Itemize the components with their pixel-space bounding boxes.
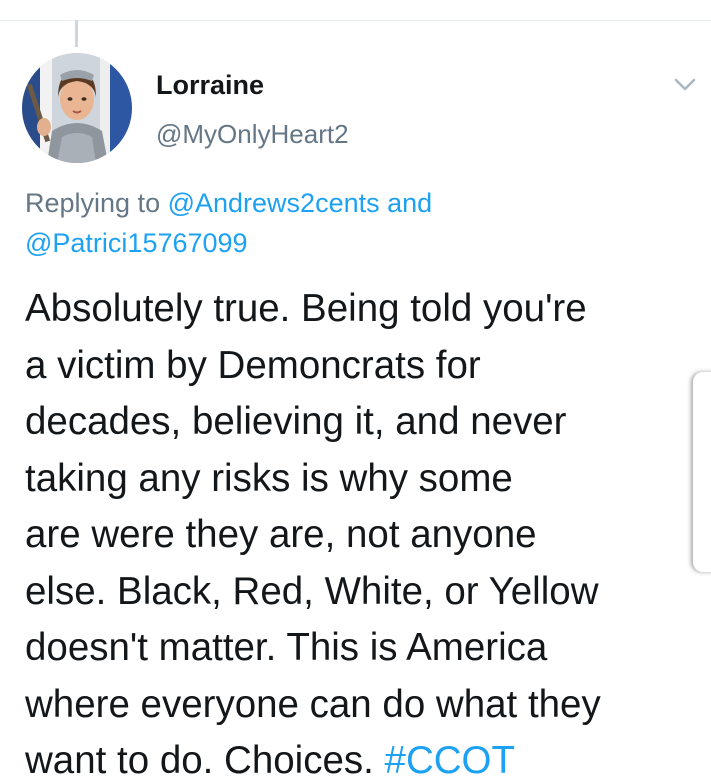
tweet-text-line: decades, believing it, and never <box>25 400 567 443</box>
tweet-text-line: taking any risks is why some <box>25 456 513 500</box>
tweet-text-line: doesn't matter. This is America <box>25 626 548 669</box>
display-name[interactable]: Lorraine <box>156 70 264 101</box>
avatar[interactable] <box>22 53 132 163</box>
replying-to-prefix: Replying to <box>25 188 168 218</box>
replying-to-line: Replying to @Andrews2cents and <box>25 188 432 219</box>
tweet-text-line: a victim by Demoncrats for <box>25 343 481 387</box>
tweet-text-line: else. Black, Red, White, or Yellow <box>25 569 599 613</box>
avatar-portrait-icon <box>22 53 132 163</box>
mention-link-patrici15767099[interactable]: @Patrici15767099 <box>25 228 248 258</box>
replying-to-conjunction[interactable]: and <box>380 188 432 218</box>
user-handle[interactable]: @MyOnlyHeart2 <box>156 119 349 150</box>
tweet-page: Lorraine @MyOnlyHeart2 Replying to @Andr… <box>0 0 711 784</box>
tweet-text-line-last: want to do. Choices. #CCOT <box>25 733 695 784</box>
top-divider <box>0 20 711 21</box>
tweet-text-line: are were they are, not anyone <box>25 513 537 556</box>
replying-to-line-2: @Patrici15767099 <box>25 228 248 259</box>
hashtag-link-ccot[interactable]: #CCOT <box>385 739 515 782</box>
tweet-text-line: Absolutely true. Being told you're <box>25 287 587 330</box>
mention-link-andrews2cents[interactable]: @Andrews2cents <box>168 188 380 218</box>
tweet-text: Absolutely true. Being told you're a vic… <box>25 281 695 784</box>
tweet-text-line: where everyone can do what they <box>25 682 601 726</box>
thread-connector-line <box>75 20 78 47</box>
edge-side-panel-handle[interactable] <box>693 372 711 572</box>
tweet-text-fragment: want to do. Choices. <box>25 739 385 782</box>
chevron-down-icon[interactable] <box>672 74 698 96</box>
